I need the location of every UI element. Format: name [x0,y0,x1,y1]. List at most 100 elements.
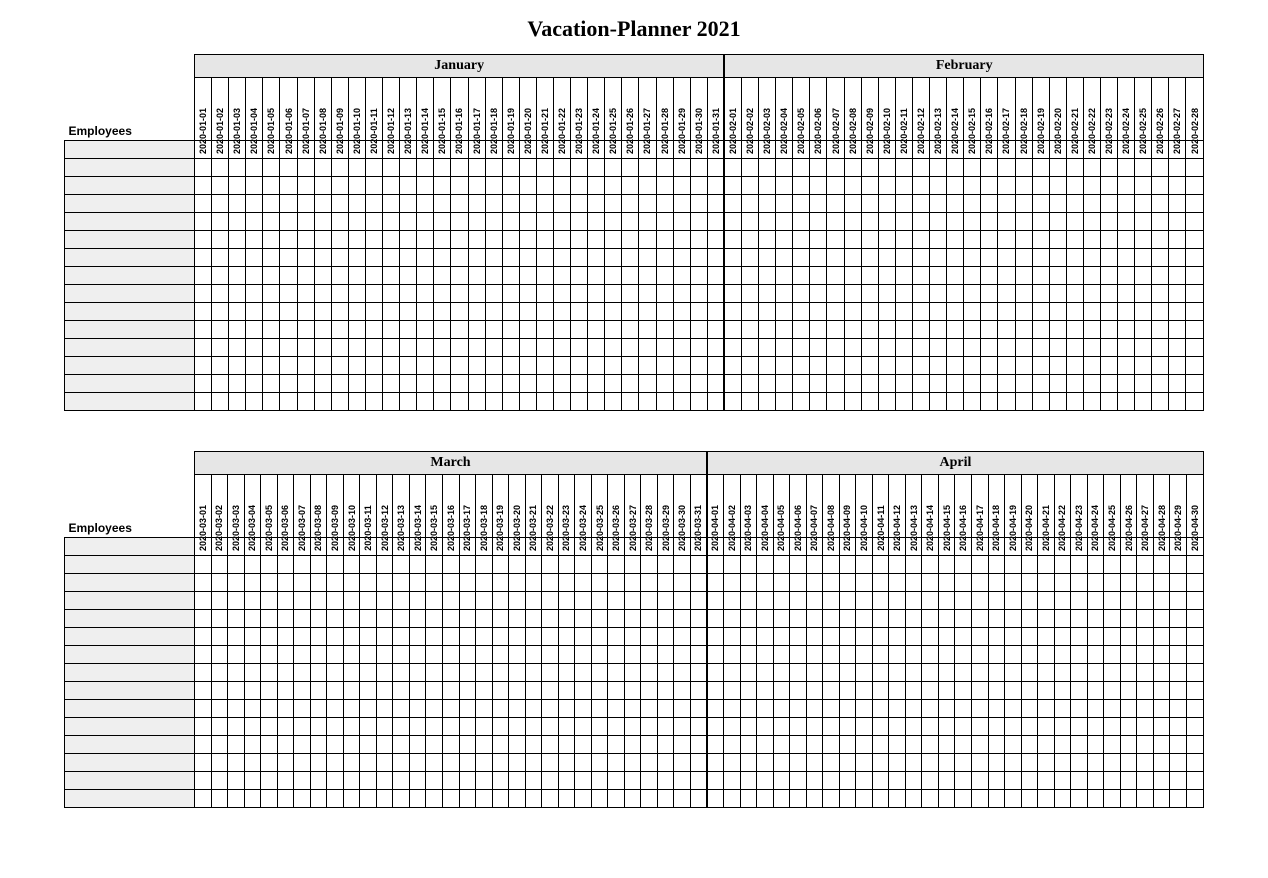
day-cell[interactable] [476,754,493,772]
day-cell[interactable] [409,772,426,790]
day-cell[interactable] [393,790,410,808]
day-cell[interactable] [707,718,724,736]
day-cell[interactable] [575,610,592,628]
day-cell[interactable] [365,357,382,375]
day-cell[interactable] [742,375,759,393]
day-cell[interactable] [536,195,553,213]
day-cell[interactable] [759,321,776,339]
day-cell[interactable] [476,556,493,574]
day-cell[interactable] [211,664,228,682]
day-cell[interactable] [1186,267,1204,285]
day-cell[interactable] [872,736,889,754]
day-cell[interactable] [468,195,485,213]
day-cell[interactable] [229,393,246,411]
day-cell[interactable] [1005,592,1022,610]
day-cell[interactable] [690,556,707,574]
day-cell[interactable] [1054,700,1071,718]
day-cell[interactable] [878,339,895,357]
day-cell[interactable] [690,700,707,718]
day-cell[interactable] [1104,610,1121,628]
day-cell[interactable] [1104,556,1121,574]
day-cell[interactable] [1071,628,1088,646]
day-cell[interactable] [314,249,331,267]
day-cell[interactable] [674,628,691,646]
day-cell[interactable] [348,303,365,321]
day-cell[interactable] [839,790,856,808]
day-cell[interactable] [310,628,327,646]
day-cell[interactable] [690,177,707,195]
day-cell[interactable] [707,231,724,249]
day-cell[interactable] [426,664,443,682]
day-cell[interactable] [451,195,468,213]
day-cell[interactable] [988,772,1005,790]
day-cell[interactable] [806,772,823,790]
day-cell[interactable] [244,772,261,790]
employee-cell[interactable] [65,303,195,321]
day-cell[interactable] [872,682,889,700]
day-cell[interactable] [806,556,823,574]
day-cell[interactable] [810,303,827,321]
day-cell[interactable] [383,177,400,195]
day-cell[interactable] [575,628,592,646]
day-cell[interactable] [1152,375,1169,393]
day-cell[interactable] [553,213,570,231]
day-cell[interactable] [310,682,327,700]
day-cell[interactable] [1120,628,1137,646]
day-cell[interactable] [442,574,459,592]
day-cell[interactable] [1032,177,1049,195]
day-cell[interactable] [525,646,542,664]
day-cell[interactable] [878,375,895,393]
day-cell[interactable] [922,772,939,790]
day-cell[interactable] [740,790,757,808]
day-cell[interactable] [1120,664,1137,682]
day-cell[interactable] [1186,736,1203,754]
day-cell[interactable] [229,375,246,393]
day-cell[interactable] [294,700,311,718]
day-cell[interactable] [417,177,434,195]
day-cell[interactable] [757,556,774,574]
employee-cell[interactable] [65,754,195,772]
day-cell[interactable] [790,718,807,736]
day-cell[interactable] [1100,321,1117,339]
day-cell[interactable] [228,664,245,682]
day-cell[interactable] [393,592,410,610]
day-cell[interactable] [1104,628,1121,646]
day-cell[interactable] [790,628,807,646]
day-cell[interactable] [964,231,981,249]
day-cell[interactable] [360,790,377,808]
day-cell[interactable] [459,574,476,592]
day-cell[interactable] [1153,664,1170,682]
day-cell[interactable] [639,249,656,267]
day-cell[interactable] [773,790,790,808]
day-cell[interactable] [383,321,400,339]
day-cell[interactable] [426,718,443,736]
day-cell[interactable] [1015,339,1032,357]
day-cell[interactable] [806,790,823,808]
day-cell[interactable] [806,646,823,664]
day-cell[interactable] [1071,772,1088,790]
day-cell[interactable] [502,375,519,393]
day-cell[interactable] [383,159,400,177]
day-cell[interactable] [1152,231,1169,249]
day-cell[interactable] [434,267,451,285]
day-cell[interactable] [757,592,774,610]
day-cell[interactable] [360,718,377,736]
day-cell[interactable] [1083,231,1100,249]
day-cell[interactable] [938,610,955,628]
day-cell[interactable] [707,339,724,357]
day-cell[interactable] [263,159,280,177]
day-cell[interactable] [790,736,807,754]
day-cell[interactable] [571,231,588,249]
day-cell[interactable] [509,610,526,628]
day-cell[interactable] [1186,231,1204,249]
day-cell[interactable] [376,700,393,718]
day-cell[interactable] [827,159,844,177]
day-cell[interactable] [525,772,542,790]
day-cell[interactable] [742,393,759,411]
day-cell[interactable] [895,249,912,267]
day-cell[interactable] [327,664,344,682]
day-cell[interactable] [294,718,311,736]
day-cell[interactable] [1170,664,1187,682]
day-cell[interactable] [1005,700,1022,718]
employee-cell[interactable] [65,610,195,628]
